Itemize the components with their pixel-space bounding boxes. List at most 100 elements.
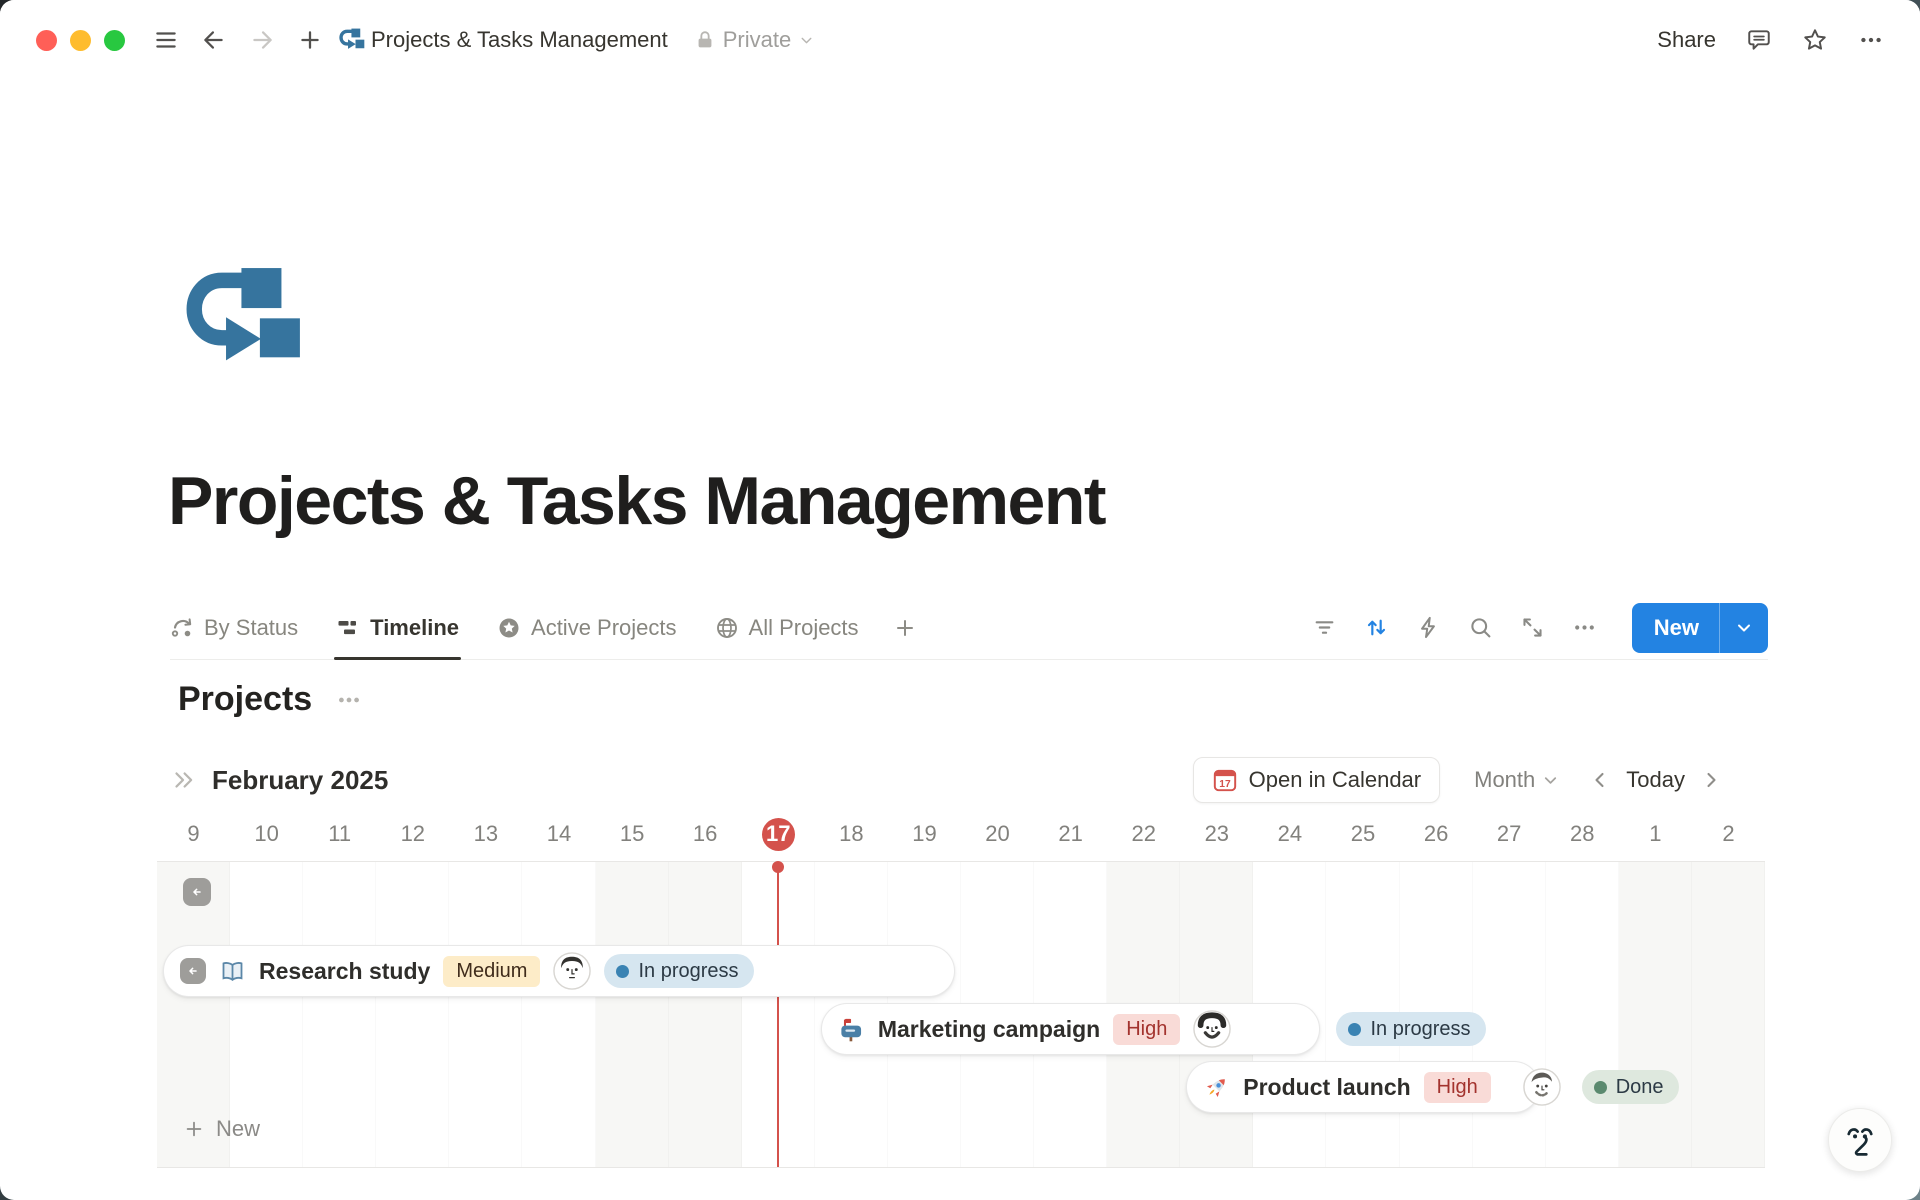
date-label: 24 <box>1253 812 1326 856</box>
page-logo-icon <box>339 27 365 53</box>
date-label: 21 <box>1034 812 1107 856</box>
top-bar: Projects & Tasks Management Private Shar… <box>0 0 1920 80</box>
grid-day-column <box>376 862 449 1167</box>
ai-face-icon <box>1842 1122 1878 1158</box>
project-bar-marketing-campaign[interactable]: Marketing campaignHigh <box>821 1003 1321 1055</box>
double-chevron-icon[interactable] <box>170 767 196 793</box>
range-select-label: Month <box>1474 767 1535 793</box>
priority-badge: High <box>1424 1072 1491 1103</box>
new-tab-plus-icon[interactable] <box>297 27 323 53</box>
project-bar-research-study[interactable]: Research study Medium In progress <box>163 945 955 997</box>
date-label: 2 <box>1692 812 1765 856</box>
tab-label: By Status <box>204 615 298 641</box>
grid-day-column <box>1546 862 1619 1167</box>
plus-icon <box>893 616 917 640</box>
page-logo-icon[interactable] <box>185 266 303 374</box>
lightning-icon[interactable] <box>1416 615 1441 640</box>
comment-icon[interactable] <box>1746 27 1772 53</box>
hamburger-icon[interactable] <box>153 27 179 53</box>
globe-icon <box>715 616 739 640</box>
tab-label: Timeline <box>370 615 459 641</box>
timeline-month-label[interactable]: February 2025 <box>212 765 388 796</box>
minimize-window-button[interactable] <box>70 30 91 51</box>
chevron-down-icon <box>1734 618 1754 638</box>
open-in-calendar-label: Open in Calendar <box>1249 767 1421 793</box>
mailbox-icon <box>838 1016 865 1043</box>
date-label: 15 <box>596 812 669 856</box>
section-title: Projects <box>178 680 312 719</box>
date-label: 23 <box>1180 812 1253 856</box>
breadcrumb-doc-title[interactable]: Projects & Tasks Management <box>371 27 668 53</box>
add-project-button[interactable]: New <box>183 1116 260 1142</box>
collapse-row-button[interactable] <box>180 958 206 984</box>
grid-day-column <box>449 862 522 1167</box>
new-button-chevron[interactable] <box>1720 603 1768 653</box>
prev-month-button[interactable] <box>1588 768 1612 792</box>
view-tabs: By Status Timeline Active Projects All Proj… <box>170 596 859 659</box>
date-label: 12 <box>376 812 449 856</box>
chevron-right-icon <box>1699 768 1723 792</box>
range-select[interactable]: Month <box>1474 767 1560 793</box>
share-button[interactable]: Share <box>1657 27 1716 53</box>
svg-text:17: 17 <box>1219 779 1231 790</box>
tab-all-projects[interactable]: All Projects <box>715 596 859 659</box>
assignee-avatar <box>1193 1010 1231 1048</box>
plus-icon <box>183 1118 205 1140</box>
status-badge: In progress <box>604 954 753 988</box>
date-label: 22 <box>1107 812 1180 856</box>
grid-day-column <box>1473 862 1546 1167</box>
star-icon[interactable] <box>1802 27 1828 53</box>
more-icon[interactable] <box>1572 615 1597 640</box>
project-bar-product-launch[interactable]: Product launch High <box>1186 1061 1539 1113</box>
priority-badge: Medium <box>443 956 540 987</box>
add-view-button[interactable] <box>893 596 917 659</box>
grid-day-column <box>596 862 669 1167</box>
back-icon[interactable] <box>201 27 227 53</box>
new-button[interactable]: New <box>1632 603 1768 653</box>
expand-icon[interactable] <box>1520 615 1545 640</box>
zoom-window-button[interactable] <box>104 30 125 51</box>
status-icon <box>170 616 194 640</box>
book-icon <box>219 958 246 985</box>
date-label: 1 <box>1619 812 1692 856</box>
ai-assistant-button[interactable] <box>1828 1108 1892 1172</box>
grid-day-column <box>669 862 742 1167</box>
status-badge: Done <box>1582 1070 1679 1104</box>
grid-day-column <box>303 862 376 1167</box>
forward-icon[interactable] <box>249 27 275 53</box>
add-project-label: New <box>216 1116 260 1142</box>
tab-by-status[interactable]: By Status <box>170 596 298 659</box>
view-toolbar: New <box>1312 603 1768 653</box>
status-badge: In progress <box>1336 1012 1485 1046</box>
page-title: Projects & Tasks Management <box>168 462 1105 540</box>
project-title: Research study <box>259 958 430 985</box>
filter-icon[interactable] <box>1312 615 1337 640</box>
date-label: 19 <box>888 812 961 856</box>
sort-icon[interactable] <box>1364 615 1389 640</box>
close-window-button[interactable] <box>36 30 57 51</box>
today-button[interactable]: Today <box>1626 767 1685 793</box>
window-controls <box>36 30 125 51</box>
privacy-dropdown[interactable]: Private <box>694 27 815 53</box>
calendar-icon: 17 <box>1212 767 1238 793</box>
new-button-label[interactable]: New <box>1632 603 1719 653</box>
grid-day-column <box>522 862 595 1167</box>
tab-active-projects[interactable]: Active Projects <box>497 596 677 659</box>
timeline-dates-row: 9101112131415161718192021222324252627281… <box>157 812 1765 856</box>
open-in-calendar-button[interactable]: 17 Open in Calendar <box>1193 757 1440 803</box>
date-label: 20 <box>961 812 1034 856</box>
date-label: 16 <box>669 812 742 856</box>
project-title: Product launch <box>1243 1074 1410 1101</box>
more-icon[interactable] <box>1858 27 1884 53</box>
tab-timeline[interactable]: Timeline <box>336 596 459 659</box>
section-more-icon[interactable] <box>336 687 362 713</box>
date-label: 13 <box>449 812 522 856</box>
tab-label: All Projects <box>749 615 859 641</box>
next-month-button[interactable] <box>1699 768 1723 792</box>
date-label-today: 17 <box>742 812 815 856</box>
search-icon[interactable] <box>1468 615 1493 640</box>
collapse-sidebar-button[interactable] <box>183 878 211 906</box>
date-label: 9 <box>157 812 230 856</box>
chevron-down-icon <box>1541 771 1560 790</box>
section-head: Projects <box>178 680 362 719</box>
